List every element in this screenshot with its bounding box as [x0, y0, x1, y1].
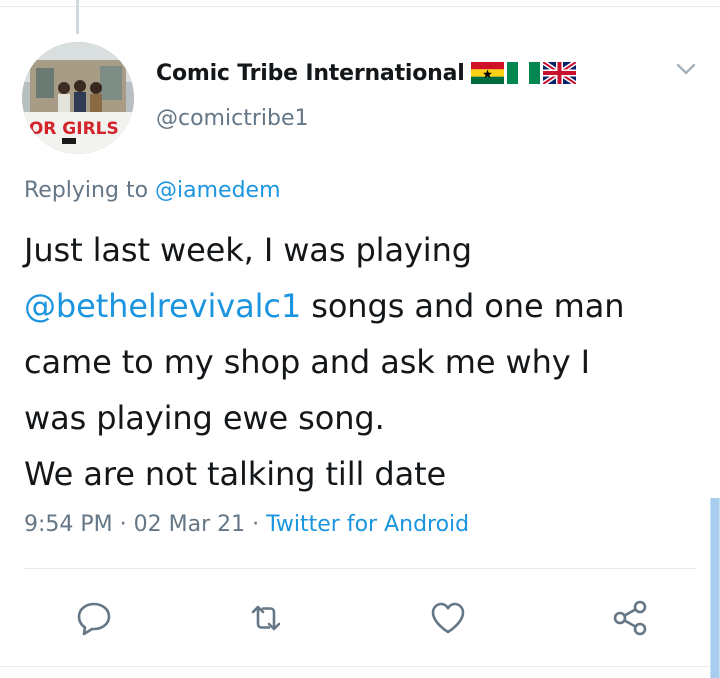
tweet-mention[interactable]: @bethelrevivalc1 — [24, 287, 301, 325]
replying-to: Replying to @iamedem — [24, 178, 281, 203]
retweet-button[interactable] — [244, 596, 288, 640]
scrollbar-thumb[interactable] — [711, 498, 719, 678]
avatar[interactable]: FOR GIRLS — [22, 42, 134, 154]
like-icon — [431, 602, 465, 634]
avatar-logo-text: FOR GIRLS — [22, 119, 119, 139]
chevron-down-icon[interactable] — [674, 60, 698, 78]
author-name-row[interactable]: Comic Tribe International — [156, 58, 576, 88]
like-button[interactable] — [426, 596, 470, 640]
tweet-time[interactable]: 9:54 PM — [24, 512, 113, 537]
meta-separator: · — [245, 512, 267, 537]
meta-separator: · — [112, 512, 134, 537]
share-button[interactable] — [608, 596, 652, 640]
reply-icon — [77, 602, 111, 636]
nigeria-flag-icon — [506, 62, 540, 84]
tweet-text-fragment: songs and one man — [301, 287, 625, 325]
tweet-meta: 9:54 PM · 02 Mar 21 · Twitter for Androi… — [24, 512, 469, 537]
tweet-text-line: was playing ewe song. — [24, 399, 385, 437]
top-border — [0, 0, 720, 7]
share-icon — [613, 600, 647, 636]
tweet-date[interactable]: 02 Mar 21 — [134, 512, 245, 537]
ghana-flag-icon — [470, 62, 504, 84]
divider — [24, 568, 696, 569]
author-handle[interactable]: @comictribe1 — [156, 106, 308, 131]
thread-line — [76, 0, 79, 34]
tweet-text-line: Just last week, I was playing — [24, 231, 472, 269]
bottom-border — [0, 666, 720, 667]
display-name[interactable]: Comic Tribe International — [156, 61, 465, 86]
retweet-icon — [251, 605, 281, 631]
reply-button[interactable] — [72, 596, 116, 640]
replying-to-mention[interactable]: @iamedem — [155, 178, 281, 203]
flags — [470, 62, 576, 84]
uk-flag-icon — [542, 62, 576, 84]
replying-to-label: Replying to — [24, 178, 149, 203]
tweet-text-line: came to my shop and ask me why I — [24, 343, 591, 381]
tweet-source[interactable]: Twitter for Android — [266, 512, 469, 537]
tweet-text-line: We are not talking till date — [24, 455, 447, 493]
tweet-text: Just last week, I was playing @bethelrev… — [24, 222, 714, 502]
tweet-text-line: @bethelrevivalc1 songs and one man — [24, 278, 714, 334]
action-bar — [0, 596, 720, 646]
